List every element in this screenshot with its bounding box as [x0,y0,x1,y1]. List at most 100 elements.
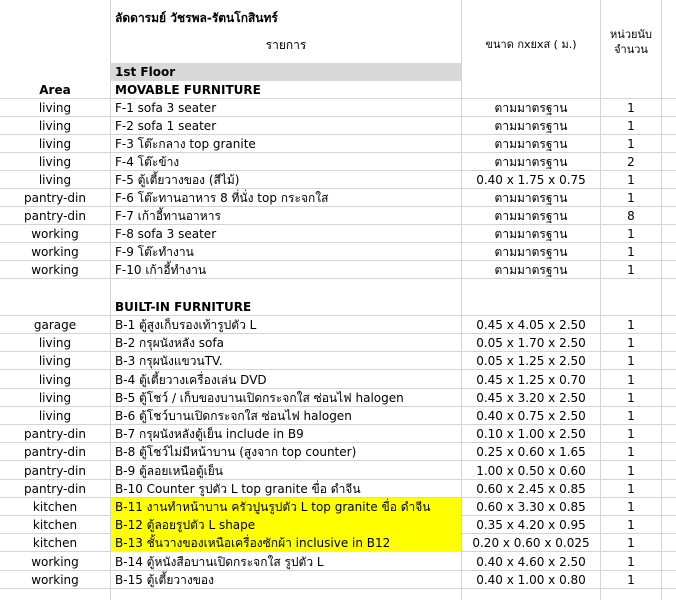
size-cell: ตามมาตรฐาน [494,245,568,259]
size-cell: 0.40 x 1.00 x 0.80 [476,572,586,587]
table-row: living F-5 ตู้เตี้ยวางของ (สีไม้) 0.40 x 1… [0,171,676,189]
size-cell: ตามมาตรฐาน [494,191,568,205]
table-row: living F-2 sofa 1 seater ตามมาตรฐาน 1 [0,117,676,135]
size-cell: ตามมาตรฐาน [494,137,568,151]
area-cell: living [38,336,72,351]
table-row: living B-2 กรุผนังหลัง sofa 0.05 x 1.70 x … [0,334,676,353]
unit-column-header: หน่วยนับ จำนวน [601,27,661,57]
area-cell: living [38,354,72,369]
qty-cell: 1 [627,500,635,514]
size-cell: ตามมาตรฐาน [494,263,568,277]
area-cell: living [38,409,72,423]
table-row: living F-3 โต๊ะกลาง top granite ตามมาตรฐาน… [0,135,676,153]
qty-cell: 2 [627,155,635,169]
item-cell: F-2 sofa 1 seater [115,119,217,133]
item-cell: B-12 ตู้ลอยรูปตัว L shape [111,516,461,535]
qty-cell: 1 [627,191,635,205]
area-cell: pantry-din [24,463,86,478]
area-cell: working [31,227,79,241]
table-row: kitchen B-13 ชั้นวางของเหนือเครื่องซักผ้า… [0,534,676,553]
movable-heading: MOVABLE FURNITURE [115,83,261,97]
size-cell: 0.40 x 1.75 x 0.75 [476,173,586,187]
area-cell: living [38,155,72,169]
area-header: Area [39,83,71,97]
item-cell: B-15 ตู้เตี้ยวางของ [115,572,214,587]
qty-cell: 1 [627,481,635,496]
size-cell: ตามมาตรฐาน [494,101,568,115]
item-cell: B-9 ตู้ลอยเหนือตู้เย็น [115,463,223,478]
area-cell: pantry-din [24,209,86,223]
size-cell: 1.00 x 0.50 x 0.60 [476,463,586,478]
area-cell: living [38,119,72,133]
project-title: ลัดดารมย์ วัชรพล-รัตนโกสินทร์ [115,11,278,25]
size-cell: 0.45 x 4.05 x 2.50 [476,318,586,332]
qty-cell: 1 [627,336,635,351]
item-cell: F-8 sofa 3 seater [115,227,217,241]
size-cell: 0.60 x 3.30 x 0.85 [476,500,586,514]
item-cell: F-1 sofa 3 seater [115,101,217,115]
qty-cell: 1 [627,137,635,151]
table-row: living F-1 sofa 3 seater ตามมาตรฐาน 1 [0,99,676,117]
table-row: pantry-din B-7 กรุผนังหลังตู้เย็น include… [0,425,676,444]
table-row: garage B-1 ตู้สูงเก็บรองเท้ารูปตัว L 0.45 … [0,316,676,334]
qty-cell: 1 [627,518,635,533]
size-cell: 0.45 x 3.20 x 2.50 [476,390,586,405]
qty-cell: 8 [627,209,635,223]
table-row: pantry-din F-7 เก้าอี้ทานอาหาร ตามมาตรฐาน 8 [0,207,676,225]
size-cell: 0.20 x 0.60 x 0.025 [472,536,590,551]
area-cell: working [31,572,79,587]
qty-cell: 1 [627,372,635,387]
area-cell: living [38,390,72,405]
size-cell: ตามมาตรฐาน [494,155,568,169]
table-row: working F-10 เก้าอี้ทำงาน ตามมาตรฐาน 1 [0,261,676,279]
item-cell: F-6 โต๊ะทานอาหาร 8 ที่นั่ง top กระจกใส [115,191,329,205]
builtin-heading: BUILT-IN FURNITURE [115,300,252,314]
item-cell: B-7 กรุผนังหลังตู้เย็น include in B9 [115,427,304,442]
builtin-heading-row: BUILT-IN FURNITURE [0,298,676,316]
table-row: living B-3 กรุผนังแขวนTV. 0.05 x 1.25 x 2.… [0,352,676,371]
item-cell: F-10 เก้าอี้ทำงาน [115,263,207,277]
area-cell: living [38,372,72,387]
item-cell: F-7 เก้าอี้ทานอาหาร [115,209,221,223]
item-cell: B-10 Counter รูปตัว L top granite ขื่อ ด… [115,481,361,496]
size-cell: 0.05 x 1.70 x 2.50 [476,336,586,351]
item-cell: B-4 ตู้เตี้ยวางเครื่องเล่น DVD [115,372,267,387]
qty-cell: 1 [627,427,635,442]
table-row: working B-14 ตู้หนังสือบานเปิดกระจกใส รูป… [0,553,676,571]
table-row: pantry-din F-6 โต๊ะทานอาหาร 8 ที่นั่ง top… [0,189,676,207]
qty-cell: 1 [627,554,635,569]
size-cell: 0.60 x 2.45 x 0.85 [476,481,586,496]
item-cell: B-3 กรุผนังแขวนTV. [115,354,223,369]
spreadsheet: ลัดดารมย์ วัชรพล-รัตนโกสินทร์ รายการ ขนา… [0,0,676,600]
qty-cell: 1 [627,227,635,241]
table-row: living B-4 ตู้เตี้ยวางเครื่องเล่น DVD 0.45… [0,371,676,389]
area-cell: living [38,173,72,187]
item-cell: B-8 ตู้โชว์ไม่มีหน้าบาน (สูงจาก top coun… [115,445,357,460]
table-row: working F-8 sofa 3 seater ตามมาตรฐาน 1 [0,225,676,243]
size-cell: 0.40 x 0.75 x 2.50 [476,409,586,423]
table-row: living B-5 ตู้โชว์ / เก็บของบานเปิดกระจกใ… [0,389,676,407]
table-row: living F-4 โต๊ะข้าง ตามมาตรฐาน 2 [0,153,676,171]
size-cell: 0.40 x 4.60 x 2.50 [476,554,586,569]
table-row: pantry-din B-8 ตู้โชว์ไม่มีหน้าบาน (สูงจา… [0,443,676,462]
size-cell: 0.10 x 1.00 x 2.50 [476,427,586,442]
size-cell: ตามมาตรฐาน [494,119,568,133]
qty-cell: 1 [627,409,635,423]
area-cell: pantry-din [24,191,86,205]
item-column-header: รายการ [265,38,307,52]
area-cell: pantry-din [24,445,86,460]
qty-cell: 1 [627,445,635,460]
area-cell: kitchen [32,518,78,533]
unit-header-line2: จำนวน [614,43,648,56]
area-cell: living [38,101,72,115]
qty-cell: 1 [627,390,635,405]
area-cell: working [31,554,79,569]
movable-heading-row: Area MOVABLE FURNITURE [0,81,676,99]
table-row: working B-15 ตู้เตี้ยวางของ 0.40 x 1.00 x … [0,571,676,589]
item-cell: B-13 ชั้นวางของเหนือเครื่องซักผ้า inclus… [111,534,461,553]
item-cell: B-6 ตู้โชว์บานเปิดกระจกใส ซ่อนไฟ halogen [115,409,352,423]
table-row: living B-6 ตู้โชว์บานเปิดกระจกใส ซ่อนไฟ h… [0,407,676,425]
area-cell: working [31,263,79,277]
qty-cell: 1 [627,354,635,369]
qty-cell: 1 [627,536,635,551]
